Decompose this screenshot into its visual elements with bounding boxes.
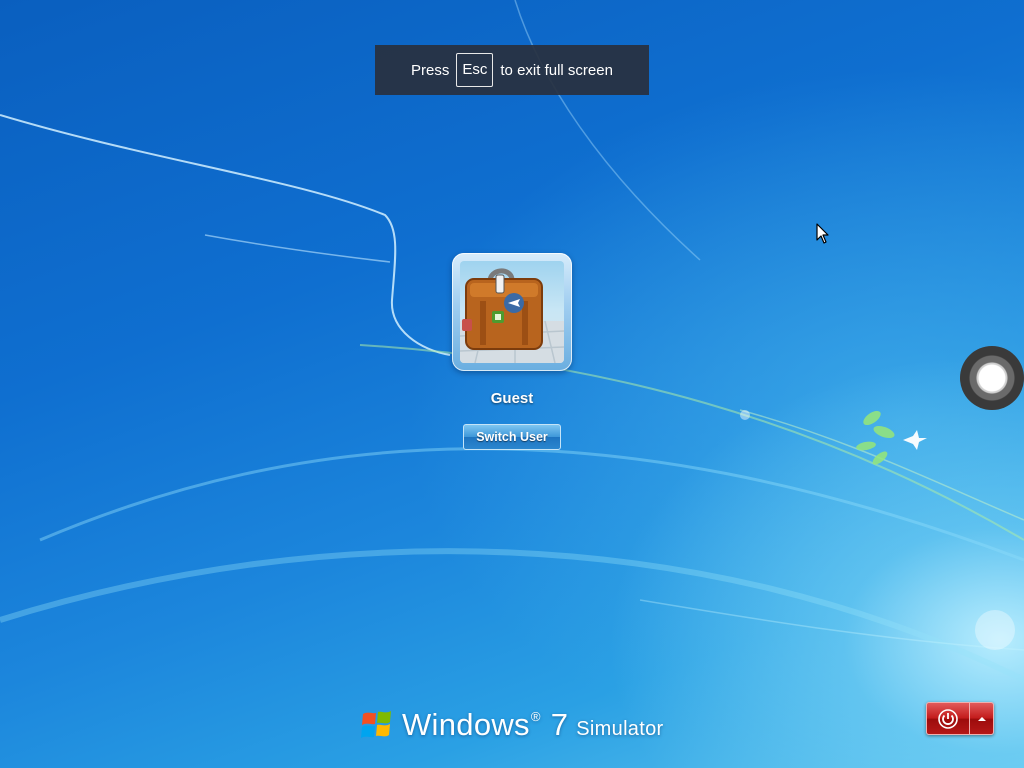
mouse-pointer-icon	[816, 223, 829, 244]
username-label: Guest	[490, 390, 534, 407]
notice-exit-text: to exit full screen	[500, 61, 613, 79]
notice-press-text: Press	[411, 61, 450, 79]
shutdown-button[interactable]	[927, 703, 970, 734]
user-picture	[460, 261, 564, 363]
brand-version: 7	[550, 707, 569, 742]
brand-suffix: Simulator	[576, 718, 664, 740]
wallpaper-streaks	[0, 0, 1024, 683]
user-tile-guest[interactable]	[452, 253, 572, 371]
triangle-up-icon	[977, 716, 986, 721]
fullscreen-exit-notice: Press Esc to exit full screen	[375, 45, 649, 95]
windows-branding: Windows ® 7 Simulator	[360, 702, 663, 748]
circle-button-icon[interactable]	[960, 346, 1024, 410]
brand-registered-mark: ®	[530, 709, 541, 724]
power-icon	[938, 708, 958, 729]
brand-product: Windows	[402, 707, 530, 742]
shutdown-options-button[interactable]	[970, 703, 993, 734]
switch-user-button[interactable]: Switch User	[463, 424, 561, 450]
shutdown-control	[926, 702, 994, 735]
suitcase-icon	[460, 268, 564, 363]
esc-key-label: Esc	[456, 53, 494, 87]
windows-flag-icon	[361, 711, 391, 738]
